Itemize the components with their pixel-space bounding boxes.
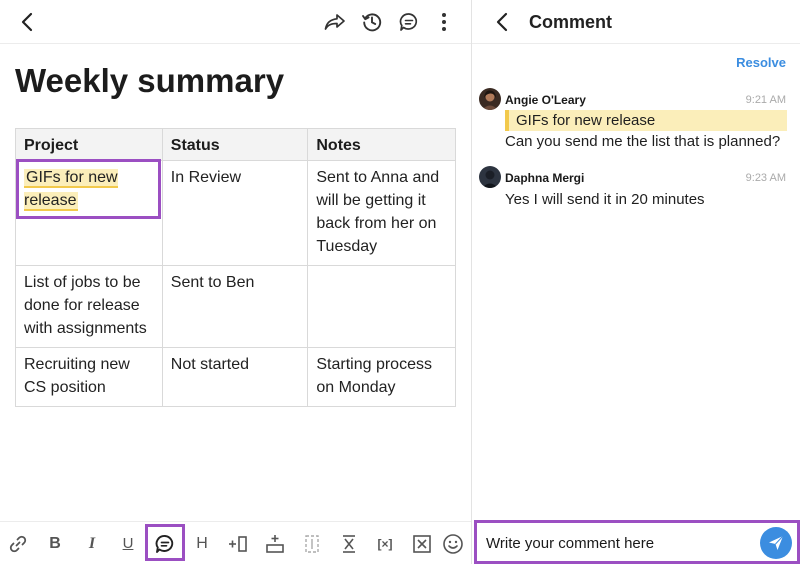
share-icon[interactable] [322, 10, 348, 34]
avatar [479, 166, 501, 188]
table-cell[interactable]: Starting process on Monday [307, 347, 456, 407]
insert-row-icon[interactable] [263, 522, 287, 564]
table-cell[interactable]: Recruiting new CS position [15, 347, 163, 407]
comment-text: Can you send me the list that is planned… [505, 133, 781, 150]
back-icon[interactable] [14, 10, 40, 34]
back-icon[interactable] [490, 10, 514, 34]
comment-item: Daphna Mergi 9:23 AM Yes I will send it … [472, 166, 800, 212]
link-icon[interactable] [6, 522, 30, 564]
commented-text-highlight[interactable]: GIFs for new release [24, 169, 118, 211]
table-row: List of jobs to be done for release with… [15, 265, 456, 348]
comment-input[interactable] [486, 533, 756, 553]
comment-author: Angie O'Leary [505, 93, 586, 107]
clear-format-button[interactable]: [×] [371, 522, 399, 564]
column-header-notes: Notes [307, 128, 456, 161]
format-toolbar: B I U H [×] [0, 521, 471, 564]
insert-column-icon[interactable] [226, 522, 250, 564]
table-cell[interactable]: Sent to Ben [161, 265, 309, 348]
comment-quote: GIFs for new release [505, 110, 787, 131]
more-options-icon[interactable] [434, 10, 454, 34]
delete-column-icon[interactable] [300, 522, 324, 564]
comment-input-box [474, 520, 800, 564]
comment-item: Angie O'Leary 9:21 AM GIFs for new relea… [472, 88, 800, 158]
italic-button[interactable]: I [81, 522, 103, 564]
underline-button[interactable]: U [117, 522, 139, 564]
history-icon[interactable] [359, 9, 385, 35]
column-header-project: Project [15, 128, 163, 161]
comment-timestamp: 9:23 AM [745, 172, 786, 184]
table-cell[interactable]: Not started [161, 347, 309, 407]
table-row: GIFs for new release In Review Sent to A… [15, 160, 456, 266]
comment-author: Daphna Mergi [505, 171, 585, 185]
table-cell[interactable]: List of jobs to be done for release with… [15, 265, 163, 348]
comment-text: Yes I will send it in 20 minutes [505, 191, 705, 208]
send-icon [769, 535, 784, 550]
table-cell[interactable]: In Review [161, 160, 309, 266]
comment-icon[interactable] [396, 9, 422, 35]
table-cell[interactable]: Sent to Anna and will be getting it back… [307, 160, 456, 266]
comments-header: Comment [472, 0, 800, 44]
bold-button[interactable]: B [44, 522, 66, 564]
heading-button[interactable]: H [191, 522, 213, 564]
table-cell[interactable]: GIFs for new release [15, 160, 163, 266]
delete-table-icon[interactable] [410, 522, 434, 564]
panel-title: Comment [529, 12, 613, 32]
emoji-icon[interactable] [440, 522, 466, 564]
table-header-row: Project Status Notes [15, 128, 456, 161]
comment-button[interactable] [151, 522, 179, 564]
table-row: Recruiting new CS position Not started S… [15, 347, 456, 407]
resolve-button[interactable]: Resolve [736, 55, 786, 70]
document-header [0, 0, 471, 44]
comment-timestamp: 9:21 AM [745, 94, 786, 106]
document-pane: Weekly summary Project Status Notes GIFs… [0, 0, 471, 564]
delete-row-icon[interactable] [337, 522, 361, 564]
send-button[interactable] [760, 527, 792, 559]
avatar [479, 88, 501, 110]
table-cell[interactable] [307, 265, 456, 348]
summary-table: Project Status Notes GIFs for new releas… [15, 128, 456, 407]
page-title: Weekly summary [15, 62, 285, 99]
comments-pane: Comment Resolve Angie O'Leary 9:21 AM GI… [472, 0, 800, 564]
column-header-status: Status [161, 128, 309, 161]
